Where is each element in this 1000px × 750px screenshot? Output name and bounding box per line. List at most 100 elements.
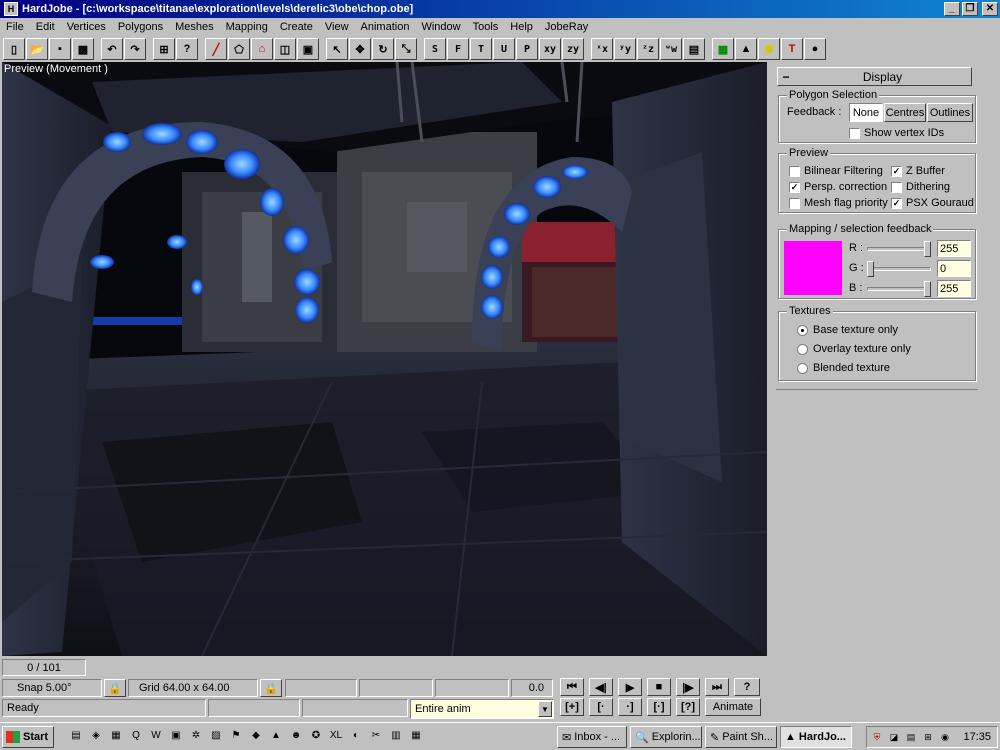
close-button[interactable]: ✕ <box>982 2 998 16</box>
tray-monitor-icon[interactable]: ▤ <box>904 730 918 744</box>
key-center-button[interactable]: [·] <box>647 698 671 716</box>
quick-launch-icon[interactable]: ☻ <box>288 728 304 744</box>
cube-icon[interactable]: ◫ <box>274 38 296 60</box>
show-vertex-ids-checkbox[interactable]: Show vertex IDs <box>849 127 944 139</box>
quick-launch-icon[interactable]: XL <box>328 728 344 744</box>
checkbox-box[interactable] <box>849 127 860 139</box>
anim-first-button[interactable]: ⏮ <box>560 678 584 696</box>
anim-range-select[interactable]: Entire anim ▼ <box>410 699 554 719</box>
quick-launch-icon[interactable]: ▥ <box>388 728 404 744</box>
base-texture-radio[interactable]: Base texture only <box>797 324 898 336</box>
quick-launch-icon[interactable]: ◈ <box>88 728 104 744</box>
blended-texture-radio[interactable]: Blended texture <box>797 362 890 374</box>
quick-launch-icon[interactable]: ▦ <box>408 728 424 744</box>
menu-create[interactable]: Create <box>274 18 319 36</box>
undo-icon[interactable]: ↶ <box>101 38 123 60</box>
b-slider-thumb[interactable] <box>924 281 931 297</box>
key-right-button[interactable]: ·] <box>618 698 642 716</box>
z-buffer-checkbox[interactable]: ✓ Z Buffer <box>891 165 945 177</box>
mesh-flag-priority-checkbox[interactable]: Mesh flag priority <box>789 197 888 209</box>
rotate-icon[interactable]: ↻ <box>372 38 394 60</box>
tray-speaker-icon[interactable]: ◉ <box>938 730 952 744</box>
quick-launch-icon[interactable]: ▤ <box>68 728 84 744</box>
animate-button[interactable]: Animate <box>705 698 761 716</box>
feedback-none-button[interactable]: None <box>849 103 883 122</box>
menu-polygons[interactable]: Polygons <box>112 18 169 36</box>
b-slider-track[interactable] <box>867 287 931 291</box>
task-inbox[interactable]: ✉ Inbox - ... <box>557 726 627 748</box>
menu-meshes[interactable]: Meshes <box>169 18 220 36</box>
r-value-field[interactable]: 255 <box>937 240 971 257</box>
anim-prev-button[interactable]: ◀| <box>589 678 613 696</box>
collapse-button[interactable]: − <box>778 70 794 84</box>
quick-launch-icon[interactable]: ✂ <box>368 728 384 744</box>
select-arrow-icon[interactable]: ↖ <box>326 38 348 60</box>
anim-last-button[interactable]: ⏭ <box>705 678 729 696</box>
menu-help[interactable]: Help <box>504 18 539 36</box>
snap-lock-icon[interactable]: 🔒 <box>104 679 126 697</box>
g-value-field[interactable]: 0 <box>937 260 971 277</box>
axis-z-button[interactable]: ᶻz <box>637 38 659 60</box>
hammer-icon[interactable]: T <box>781 38 803 60</box>
grid-lock-icon[interactable]: 🔒 <box>260 679 282 697</box>
minimize-button[interactable]: _ <box>944 2 960 16</box>
g-slider-thumb[interactable] <box>867 261 874 277</box>
move-icon[interactable]: ✥ <box>349 38 371 60</box>
menu-tools[interactable]: Tools <box>467 18 505 36</box>
line-icon[interactable]: ╱ <box>205 38 227 60</box>
checkbox-box[interactable]: ✓ <box>891 197 902 209</box>
view-p-button[interactable]: P <box>516 38 538 60</box>
quick-launch-icon[interactable]: ▣ <box>168 728 184 744</box>
psx-gouraud-checkbox[interactable]: ✓ PSX Gouraud <box>891 197 974 209</box>
view-u-button[interactable]: U <box>493 38 515 60</box>
anim-play-button[interactable]: ▶ <box>618 678 642 696</box>
cone-icon[interactable]: ▲ <box>735 38 757 60</box>
task-hardjobe[interactable]: ▲ HardJo... <box>780 726 852 748</box>
quick-launch-icon[interactable]: Q <box>128 728 144 744</box>
anim-help-button[interactable]: ? <box>734 678 760 696</box>
quick-launch-icon[interactable]: ◆ <box>248 728 264 744</box>
quick-launch-icon[interactable]: ▲ <box>268 728 284 744</box>
menu-mapping[interactable]: Mapping <box>220 18 274 36</box>
menu-view[interactable]: View <box>319 18 355 36</box>
tree-icon[interactable]: ⊞ <box>153 38 175 60</box>
panel-header[interactable]: − Display <box>777 67 972 86</box>
anim-stop-button[interactable]: ■ <box>647 678 671 696</box>
anim-next-button[interactable]: |▶ <box>676 678 700 696</box>
key-help-button[interactable]: [?] <box>676 698 700 716</box>
quick-launch-icon[interactable]: W <box>148 728 164 744</box>
axis-y-button[interactable]: ʸy <box>614 38 636 60</box>
start-button[interactable]: Start <box>2 726 54 748</box>
feedback-centres-button[interactable]: Centres <box>884 103 926 122</box>
view-f-button[interactable]: F <box>447 38 469 60</box>
restore-button[interactable]: ❐ <box>962 2 978 16</box>
new-icon[interactable]: ▯ <box>3 38 25 60</box>
quick-launch-icon[interactable]: ◐ <box>348 728 364 744</box>
menu-animation[interactable]: Animation <box>355 18 416 36</box>
checkbox-box[interactable] <box>789 197 800 209</box>
quick-launch-icon[interactable]: ✪ <box>308 728 324 744</box>
menu-joberay[interactable]: JobeRay <box>539 18 594 36</box>
axis-w-button[interactable]: ʷw <box>660 38 682 60</box>
quick-launch-icon[interactable]: ▦ <box>108 728 124 744</box>
r-slider-track[interactable] <box>867 247 931 251</box>
tray-shield-icon[interactable]: ⛨ <box>870 730 884 744</box>
map-icon[interactable]: ▦ <box>712 38 734 60</box>
menu-edit[interactable]: Edit <box>30 18 61 36</box>
radio-dot[interactable] <box>797 324 808 336</box>
axis-x-button[interactable]: ˣx <box>591 38 613 60</box>
view-t-button[interactable]: T <box>470 38 492 60</box>
checkbox-box[interactable] <box>789 165 800 177</box>
preview-viewport[interactable]: Preview (Movement ) <box>2 62 767 656</box>
dithering-checkbox[interactable]: Dithering <box>891 181 950 193</box>
menu-file[interactable]: File <box>0 18 30 36</box>
checkbox-box[interactable] <box>891 181 902 193</box>
task-paint-shop[interactable]: ✎ Paint Sh... <box>705 726 777 748</box>
task-exploring[interactable]: 🔍 Explorin... <box>630 726 702 748</box>
view-xy-button[interactable]: xy <box>539 38 561 60</box>
tray-grid-icon[interactable]: ⊞ <box>921 730 935 744</box>
key-add-button[interactable]: [+] <box>560 698 584 716</box>
key-left-button[interactable]: [· <box>589 698 613 716</box>
box-icon[interactable]: ▣ <box>297 38 319 60</box>
r-slider-thumb[interactable] <box>924 241 931 257</box>
